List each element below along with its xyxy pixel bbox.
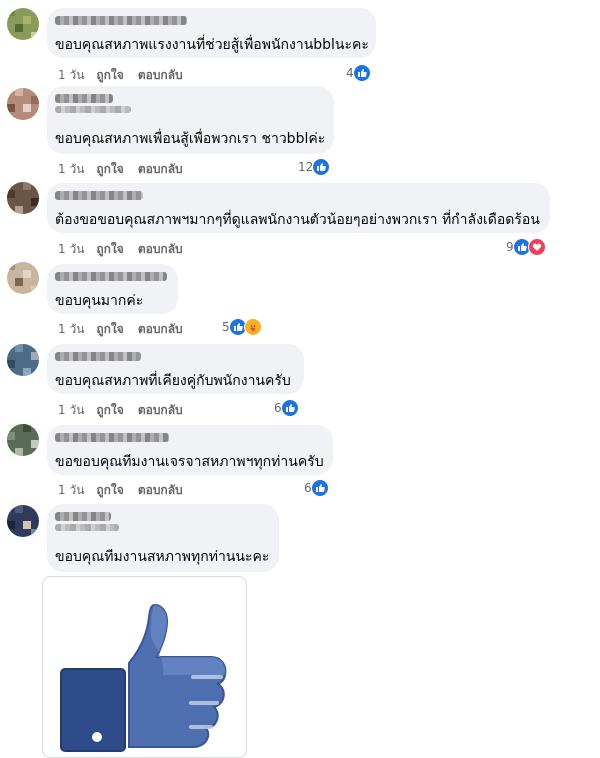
commenter-name-blurred[interactable]: [55, 352, 141, 361]
reply-button[interactable]: ตอบกลับ: [138, 483, 183, 497]
comment-text: ขอบคุณทีมงานสหภาพทุกท่านนะคะ: [55, 549, 270, 565]
sticker-attachment[interactable]: [42, 576, 247, 758]
comment-time[interactable]: 1 วัน: [58, 242, 84, 256]
comment-time[interactable]: 1 วัน: [58, 162, 84, 176]
comment-time[interactable]: 1 วัน: [58, 68, 84, 82]
avatar[interactable]: [7, 88, 39, 120]
reaction-summary[interactable]: 4: [346, 64, 371, 82]
commenter-name-blurred: [55, 106, 131, 113]
comment-time[interactable]: 1 วัน: [58, 322, 84, 336]
comment-time[interactable]: 1 วัน: [58, 483, 84, 497]
reply-button[interactable]: ตอบกลับ: [138, 162, 183, 176]
comment-bubble: ขอบคุนมากค่ะ: [47, 264, 178, 314]
comment-actions: 1 วัน ถูกใจ ตอบกลับ: [58, 320, 197, 339]
comment-actions: 1 วัน ถูกใจ ตอบกลับ: [58, 66, 197, 85]
commenter-name-blurred[interactable]: [55, 16, 187, 25]
comment-bubble: ขอบคุณสหภาพแรงงานที่ช่วยสู้เพื่อพนักงานb…: [47, 8, 376, 58]
like-button[interactable]: ถูกใจ: [96, 483, 123, 497]
commenter-name-blurred[interactable]: [55, 512, 111, 521]
comment-bubble: ขอบคุณทีมงานสหภาพทุกท่านนะคะ: [47, 504, 279, 572]
reply-button[interactable]: ตอบกลับ: [138, 403, 183, 417]
avatar[interactable]: [7, 344, 39, 376]
avatar[interactable]: [7, 262, 39, 294]
comment-bubble: ต้องขอขอบคุณสภาพฯมากๆที่ดูแลพนักงานตัวน้…: [47, 183, 550, 233]
reaction-summary[interactable]: 6: [304, 479, 329, 497]
comment-actions: 1 วัน ถูกใจ ตอบกลับ: [58, 160, 197, 179]
like-button[interactable]: ถูกใจ: [96, 242, 123, 256]
avatar[interactable]: [7, 182, 39, 214]
comment-text: ขอบคุณสหภาพเพื่อนสู้เพื่อพวกเรา ชาวbblค่…: [55, 131, 326, 147]
comment-time[interactable]: 1 วัน: [58, 403, 84, 417]
comment-bubble: ขอบคุณสหภาพที่เคียงคู่กับพนักงานครับ: [47, 344, 304, 394]
comment-bubble: ขอขอบคุณทีมงานเจรจาสหภาพฯทุกท่านครับ: [47, 425, 333, 475]
commenter-name-blurred[interactable]: [55, 191, 143, 200]
comment-text: ขอบคุณสหภาพแรงงานที่ช่วยสู้เพื่อพนักงานb…: [55, 37, 369, 53]
comment-bubble: ขอบคุณสหภาพเพื่อนสู้เพื่อพวกเรา ชาวbblค่…: [47, 86, 334, 154]
reaction-summary[interactable]: 9: [506, 238, 546, 256]
avatar[interactable]: [7, 8, 39, 40]
avatar[interactable]: [7, 505, 39, 537]
reaction-summary[interactable]: 5: [222, 318, 262, 336]
reaction-summary[interactable]: 6: [274, 399, 299, 417]
commenter-name-blurred: [55, 524, 119, 531]
like-button[interactable]: ถูกใจ: [96, 403, 123, 417]
avatar[interactable]: [7, 424, 39, 456]
like-icon: [310, 479, 329, 497]
comment-actions: 1 วัน ถูกใจ ตอบกลับ: [58, 401, 197, 420]
comment-actions: 1 วัน ถูกใจ ตอบกลับ: [58, 240, 197, 259]
commenter-name-blurred[interactable]: [55, 94, 113, 103]
reply-button[interactable]: ตอบกลับ: [138, 68, 183, 82]
like-icon: [352, 64, 371, 82]
heart-icon: [527, 238, 546, 256]
reaction-count: 12: [298, 160, 314, 174]
commenter-name-blurred[interactable]: [55, 433, 169, 442]
reply-button[interactable]: ตอบกลับ: [138, 322, 183, 336]
like-button[interactable]: ถูกใจ: [96, 322, 123, 336]
like-button[interactable]: ถูกใจ: [96, 68, 123, 82]
care-icon: [243, 318, 262, 336]
comment-text: ขอบคุนมากค่ะ: [55, 293, 144, 309]
comment-actions: 1 วัน ถูกใจ ตอบกลับ: [58, 481, 197, 500]
like-icon: [280, 399, 299, 417]
comment-text: ขอขอบคุณทีมงานเจรจาสหภาพฯทุกท่านครับ: [55, 454, 324, 470]
commenter-name-blurred[interactable]: [55, 272, 167, 281]
comment-text: ต้องขอขอบคุณสภาพฯมากๆที่ดูแลพนักงานตัวน้…: [55, 212, 540, 228]
thumbs-up-icon: [60, 603, 227, 752]
like-icon: [312, 158, 331, 176]
reply-button[interactable]: ตอบกลับ: [138, 242, 183, 256]
like-button[interactable]: ถูกใจ: [96, 162, 123, 176]
reaction-summary[interactable]: 12: [298, 158, 331, 176]
comment-text: ขอบคุณสหภาพที่เคียงคู่กับพนักงานครับ: [55, 373, 291, 389]
